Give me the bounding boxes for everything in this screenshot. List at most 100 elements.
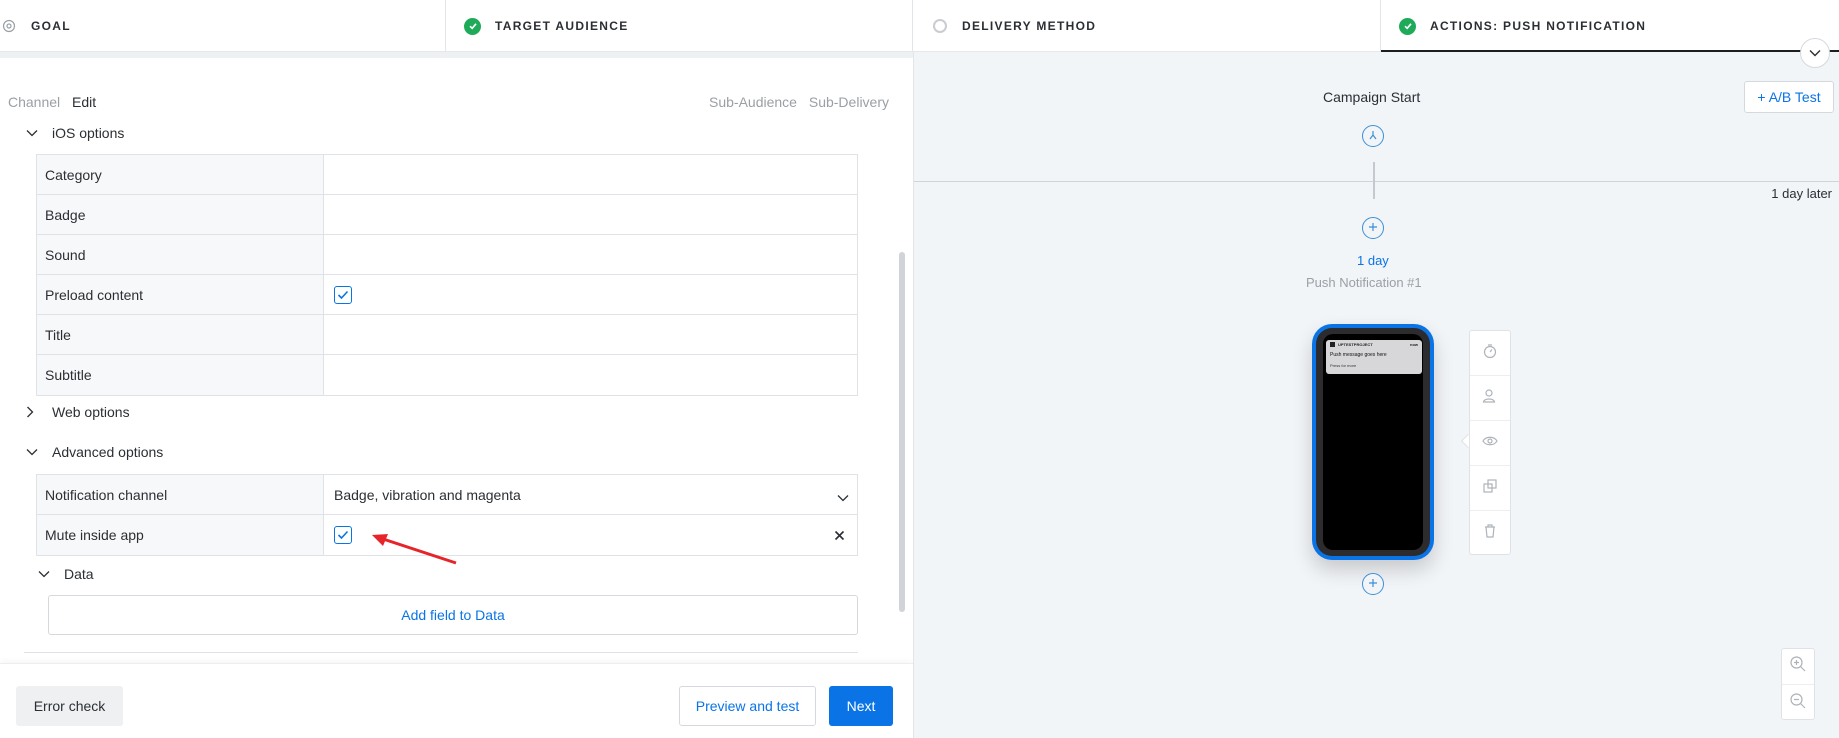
tab-edit[interactable]: Edit xyxy=(72,94,96,110)
sub-audience-button[interactable] xyxy=(1470,376,1510,421)
subtitle-input[interactable] xyxy=(324,355,857,395)
zoom-controls xyxy=(1781,648,1815,720)
error-check-button[interactable]: Error check xyxy=(16,686,123,726)
field-label: Sound xyxy=(37,235,324,274)
zoom-in-icon xyxy=(1789,655,1807,678)
editor-scrollbar[interactable] xyxy=(899,252,907,612)
target-icon xyxy=(0,18,17,35)
node-toolbox xyxy=(1469,330,1511,555)
node-delay: 1 day xyxy=(1357,253,1389,268)
tab-channel[interactable]: Channel xyxy=(8,94,60,110)
step-label: TARGET AUDIENCE xyxy=(495,19,629,33)
preview-and-test-button[interactable]: Preview and test xyxy=(679,686,816,726)
campaign-start-label: Campaign Start xyxy=(1323,89,1421,105)
field-label: Title xyxy=(37,315,324,354)
select-value: Badge, vibration and magenta xyxy=(334,486,521,503)
notification-preview: UPTESTPROJECT now Push message goes here … xyxy=(1326,340,1422,374)
table-row: Notification channel Badge, vibration an… xyxy=(37,475,857,515)
add-step-button[interactable] xyxy=(1362,217,1384,239)
sound-input[interactable] xyxy=(324,235,857,274)
category-input[interactable] xyxy=(324,155,857,194)
collapse-stepper-button[interactable] xyxy=(1800,38,1830,68)
delete-button[interactable] xyxy=(1470,511,1510,556)
add-field-to-data-button[interactable]: Add field to Data xyxy=(48,595,858,635)
duplicate-button[interactable] xyxy=(1470,466,1510,511)
timeline-divider xyxy=(914,181,1839,182)
preview-sub: Press for more xyxy=(1330,363,1357,369)
flow-canvas[interactable]: + A/B Test Campaign Start 1 day later 1 … xyxy=(913,52,1839,738)
advanced-options-toggle[interactable]: Advanced options xyxy=(26,444,163,460)
step-actions-push[interactable]: ACTIONS: PUSH NOTIFICATION xyxy=(1381,0,1839,52)
field-label: Subtitle xyxy=(37,355,324,395)
title-input[interactable] xyxy=(324,315,857,354)
copy-icon xyxy=(1482,478,1498,499)
plus-icon xyxy=(1368,219,1378,237)
ab-test-button[interactable]: + A/B Test xyxy=(1744,81,1834,113)
editor-footer: Error check Preview and test Next xyxy=(0,663,913,738)
editor-tabs: Channel Edit xyxy=(8,94,104,110)
data-toggle[interactable]: Data xyxy=(38,566,94,582)
table-row: Category xyxy=(37,155,857,195)
connector-line xyxy=(1373,162,1375,199)
timer-button[interactable] xyxy=(1470,331,1510,376)
chevron-down-icon xyxy=(26,448,40,456)
chevron-down-icon xyxy=(26,129,40,137)
table-row: Subtitle xyxy=(37,355,857,395)
preload-content-cell xyxy=(324,275,857,314)
ios-options-toggle[interactable]: iOS options xyxy=(26,125,124,141)
step-target-audience[interactable]: TARGET AUDIENCE xyxy=(446,0,913,52)
check-circle-icon xyxy=(1399,17,1416,35)
table-row: Badge xyxy=(37,195,857,235)
campaign-start-node[interactable] xyxy=(1362,125,1384,147)
fork-icon xyxy=(1368,127,1378,145)
trash-icon xyxy=(1482,523,1498,544)
preview-app-name: UPTESTPROJECT xyxy=(1338,342,1373,347)
close-icon[interactable] xyxy=(834,528,845,544)
zoom-out-button[interactable] xyxy=(1782,685,1814,721)
section-title: Data xyxy=(64,566,94,582)
table-row: Title xyxy=(37,315,857,355)
phone-preview: UPTESTPROJECT now Push message goes here … xyxy=(1323,334,1423,550)
user-icon xyxy=(1482,388,1498,409)
preview-message: Push message goes here xyxy=(1330,352,1387,359)
annotation-arrow-icon xyxy=(372,534,457,565)
divider xyxy=(24,652,858,653)
table-row: Sound xyxy=(37,235,857,275)
field-label: Mute inside app xyxy=(37,515,324,555)
app-icon xyxy=(1330,342,1335,348)
chevron-down-icon xyxy=(1809,44,1821,62)
web-options-toggle[interactable]: Web options xyxy=(26,404,130,420)
step-label: GOAL xyxy=(31,19,71,33)
sub-delivery-link[interactable]: Sub-Delivery xyxy=(809,94,889,110)
next-button[interactable]: Next xyxy=(829,686,893,726)
add-step-below-button[interactable] xyxy=(1362,573,1384,595)
section-title: Web options xyxy=(52,404,130,420)
field-label: Category xyxy=(37,155,324,194)
sub-audience-link[interactable]: Sub-Audience xyxy=(709,94,797,110)
step-delivery-method[interactable]: DELIVERY METHOD xyxy=(913,0,1381,52)
field-label: Notification channel xyxy=(37,475,324,514)
preload-content-checkbox[interactable] xyxy=(334,285,352,304)
badge-input[interactable] xyxy=(324,195,857,234)
mute-inside-app-checkbox[interactable] xyxy=(334,526,352,544)
table-row: Preload content xyxy=(37,275,857,315)
field-label: Preload content xyxy=(37,275,324,314)
step-goal[interactable]: GOAL xyxy=(0,0,446,52)
step-label: DELIVERY METHOD xyxy=(962,19,1097,33)
node-title: Push Notification #1 xyxy=(1306,275,1422,290)
chevron-right-icon xyxy=(26,406,40,418)
chevron-down-icon xyxy=(837,489,849,505)
preview-time: now xyxy=(1410,342,1418,348)
zoom-out-icon xyxy=(1789,692,1807,715)
preview-button[interactable] xyxy=(1470,421,1510,466)
push-notification-node[interactable]: UPTESTPROJECT now Push message goes here … xyxy=(1312,324,1434,560)
editor-panel: Channel Edit Sub-Audience Sub-Delivery i… xyxy=(0,58,913,663)
step-label: ACTIONS: PUSH NOTIFICATION xyxy=(1430,19,1647,33)
stopwatch-icon xyxy=(1482,343,1498,364)
notification-channel-select[interactable]: Badge, vibration and magenta xyxy=(324,475,857,514)
section-title: Advanced options xyxy=(52,444,164,460)
empty-circle-icon xyxy=(931,18,948,35)
delay-label: 1 day later xyxy=(1771,186,1832,201)
zoom-in-button[interactable] xyxy=(1782,649,1814,685)
campaign-stepper: GOAL TARGET AUDIENCE DELIVERY METHOD ACT… xyxy=(0,0,1839,52)
